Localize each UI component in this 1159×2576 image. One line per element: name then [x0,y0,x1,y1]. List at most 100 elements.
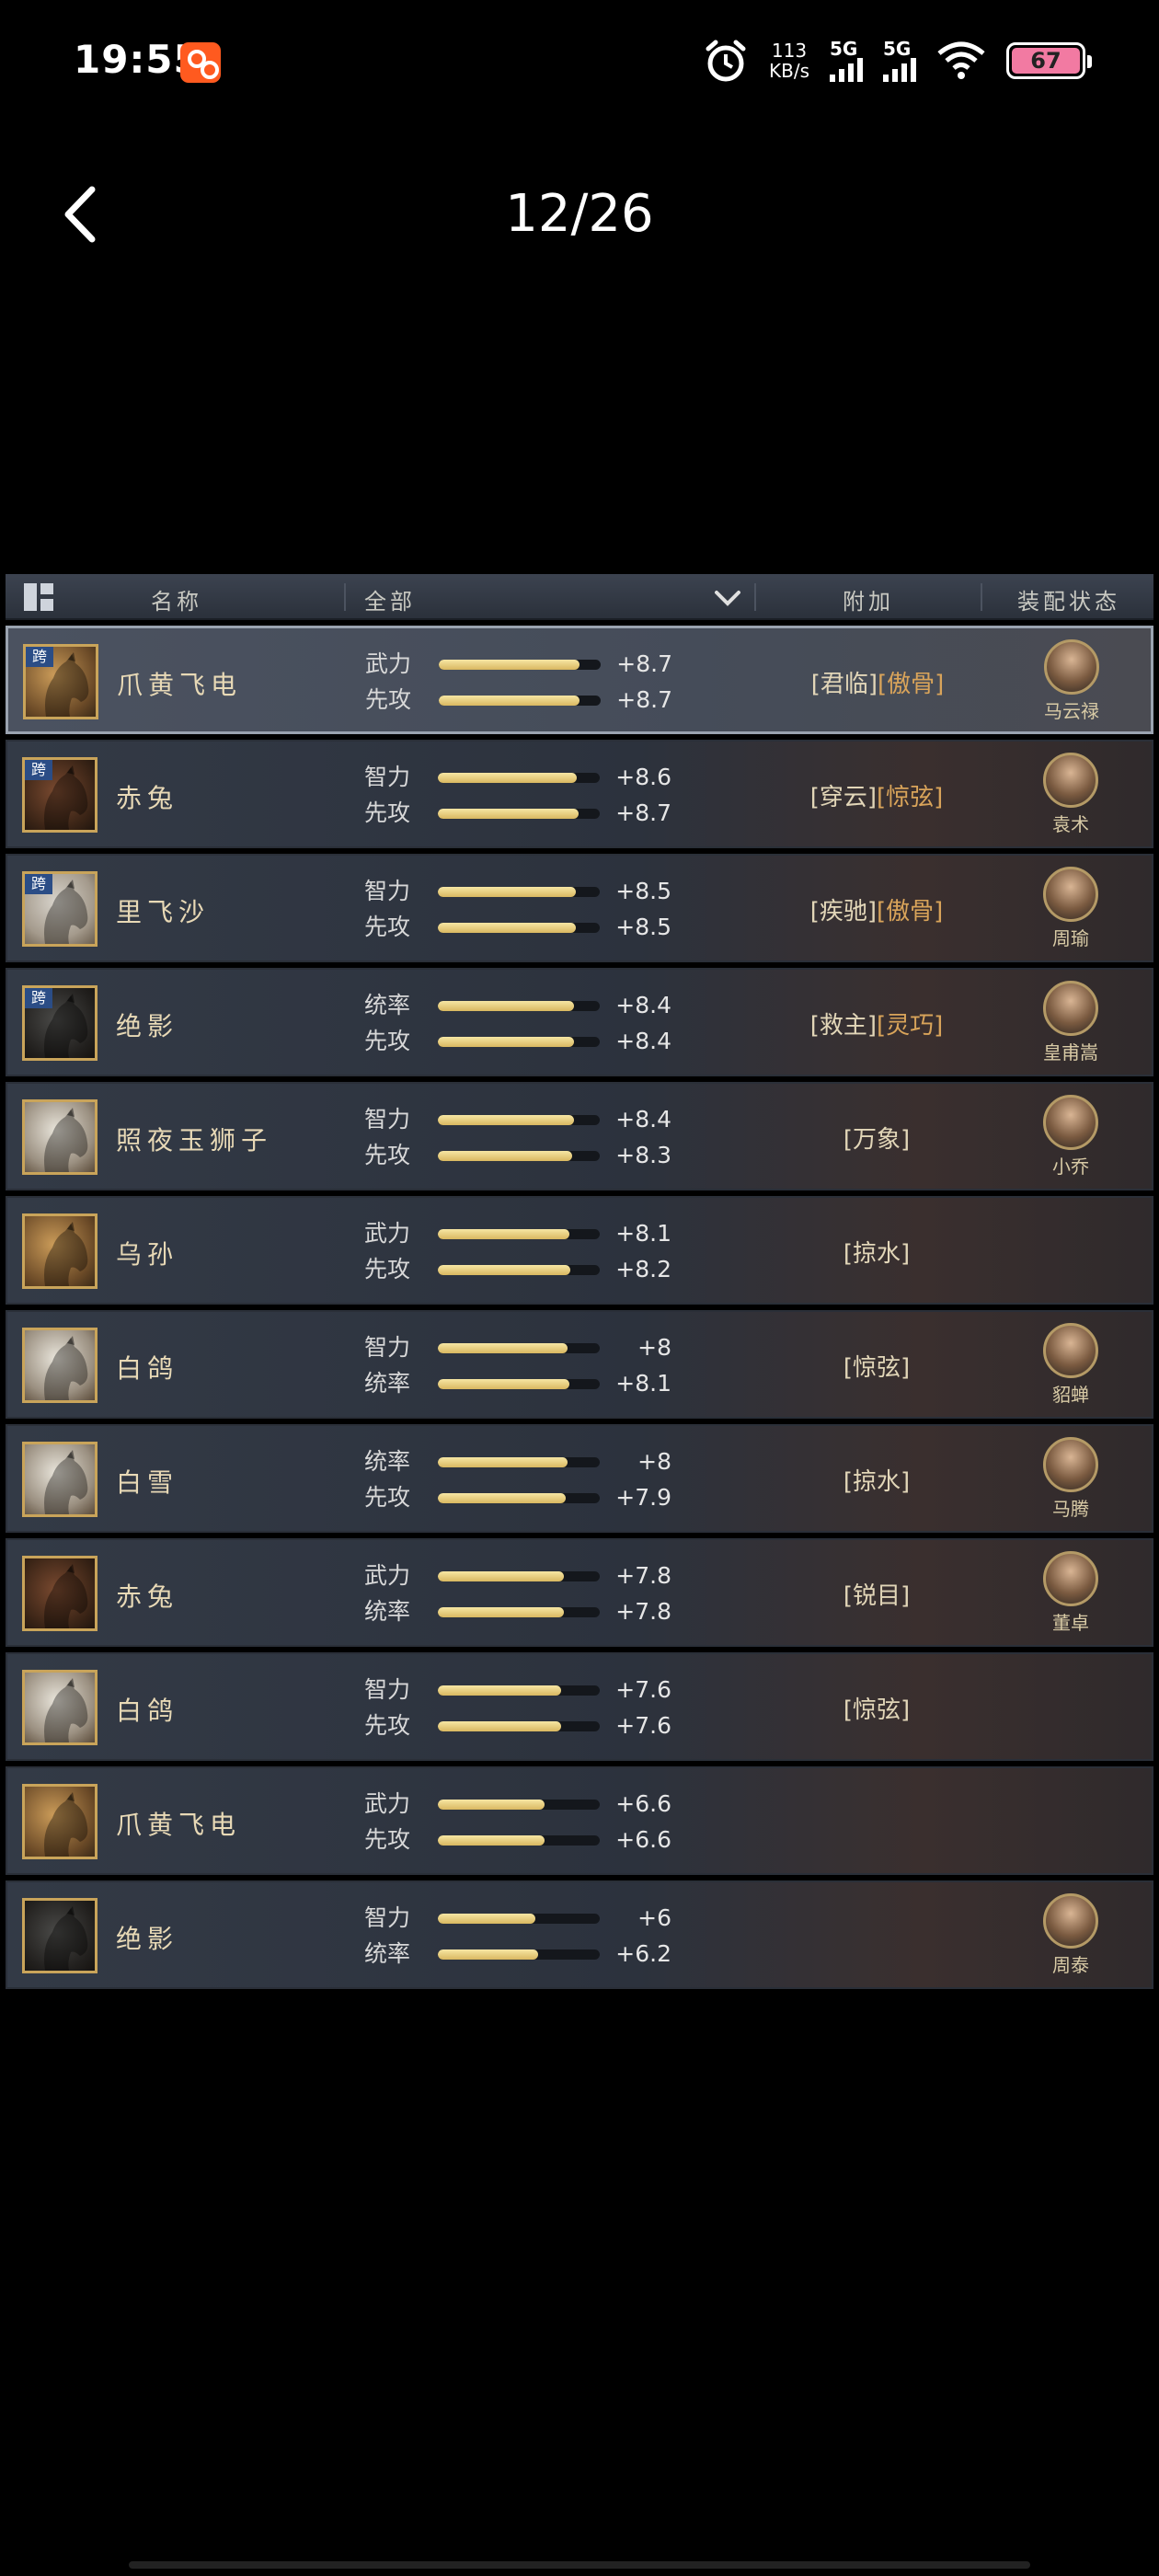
table-row[interactable]: 爪黄飞电 武力 +6.6 先攻 +6.6 [6,1766,1153,1875]
signal-bars-icon [883,58,916,82]
table-row[interactable]: 跨里飞沙 智力 +8.5 先攻 +8.5 [疾驰][傲骨] 周瑜 [6,854,1153,962]
stat-label: 武力 [364,1562,411,1589]
stat-bar [439,660,601,670]
stat-primary: 武力 +8.7 [365,650,696,678]
horse-thumbnail [22,1898,98,1973]
extra-skill-tags: [穿云][惊弦] [734,778,1019,812]
horse-thumbnail [22,1784,98,1859]
stat-value: +8.7 [616,686,672,713]
equipped-general[interactable]: 马云禄 [1027,639,1116,723]
stat-bar [438,1457,600,1467]
equipped-general[interactable]: 小乔 [1027,1095,1115,1179]
stat-primary: 统率 +8.4 [364,992,695,1019]
stat-bar [438,1949,600,1960]
equipped-general[interactable]: 皇甫嵩 [1027,981,1115,1064]
column-header-name[interactable]: 名称 [151,583,202,615]
stat-value: +8.4 [615,992,671,1018]
stat-value: +7.9 [615,1484,671,1511]
stat-value: +8.7 [615,799,671,826]
chevron-down-icon[interactable] [714,587,741,609]
column-header-extra[interactable]: 附加 [843,583,894,615]
grid-view-icon[interactable] [24,583,53,611]
stat-bar-fill [438,1800,545,1810]
table-row[interactable]: 绝影 智力 +6 统率 +6.2 周泰 [6,1880,1153,1989]
general-avatar [1043,1323,1098,1378]
wifi-icon [936,40,986,81]
cross-server-badge: 跨 [25,760,52,780]
table-row[interactable]: 跨爪黄飞电 武力 +8.7 先攻 +8.7 [君临][傲骨] 马云禄 [6,626,1153,734]
stat-secondary: 统率 +8.1 [364,1370,695,1397]
stat-bar [439,696,601,706]
general-avatar [1043,1551,1098,1606]
horse-head-icon [44,1450,88,1514]
horse-thumbnail: 跨 [22,985,98,1061]
horse-head-icon [44,1792,88,1857]
stat-value: +6.6 [615,1790,671,1817]
horse-name: 绝影 [116,1924,179,1954]
cross-server-badge: 跨 [25,988,52,1008]
signal-5g-2: 5G [883,40,916,82]
column-header-status[interactable]: 装配状态 [1017,583,1120,615]
stat-primary: 统率 +8 [364,1448,695,1476]
stat-bar [438,1800,600,1810]
stat-bar-fill [438,1037,574,1047]
stat-secondary: 先攻 +7.6 [364,1712,695,1740]
horse-thumbnail [22,1213,98,1289]
column-divider [754,583,756,611]
horse-name: 白鸽 [116,1696,179,1726]
stat-value: +7.6 [615,1676,671,1703]
general-avatar [1043,867,1098,922]
stat-secondary: 先攻 +8.2 [364,1256,695,1283]
equipped-general[interactable]: 貂蝉 [1027,1323,1115,1407]
extra-skill-tags: [君临][傲骨] [735,665,1020,699]
home-indicator [129,2561,1030,2569]
horse-head-icon [44,1336,88,1400]
horse-head-icon [44,1108,88,1172]
general-name: 周泰 [1052,1954,1089,1976]
stat-value: +8 [637,1334,671,1361]
table-row[interactable]: 白鸽 智力 +7.6 先攻 +7.6 [惊弦] [6,1652,1153,1761]
cross-server-badge: 跨 [25,874,52,894]
stat-value: +8.1 [615,1370,671,1397]
general-avatar [1043,981,1098,1036]
stat-label: 先攻 [364,1484,411,1511]
stat-bar-fill [438,773,578,783]
stat-secondary: 统率 +6.2 [364,1940,695,1968]
stat-value: +8.1 [615,1220,671,1247]
stat-value: +7.8 [615,1562,671,1589]
table-row[interactable]: 跨赤兔 智力 +8.6 先攻 +8.7 [穿云][惊弦] 袁术 [6,740,1153,848]
table-row[interactable]: 白鸽 智力 +8 统率 +8.1 [惊弦] 貂蝉 [6,1310,1153,1419]
equipped-general[interactable]: 董卓 [1027,1551,1115,1635]
equipped-general[interactable]: 周泰 [1027,1893,1115,1977]
stat-primary: 智力 +7.6 [364,1676,695,1704]
table-row[interactable]: 赤兔 武力 +7.8 统率 +7.8 [锐目] 董卓 [6,1538,1153,1647]
horse-name: 白鸽 [116,1353,179,1384]
extra-skill-tags: [惊弦] [734,1349,1019,1383]
stat-bar [438,1001,600,1011]
skill-tag: [君临] [810,671,878,698]
equipped-general[interactable]: 周瑜 [1027,867,1115,950]
stat-bar [438,809,600,819]
stat-label: 先攻 [364,1712,411,1739]
stat-bar [438,773,600,783]
attribute-filter-select[interactable]: 全部 [364,583,416,615]
equipped-general[interactable]: 袁术 [1027,753,1115,836]
stat-primary: 智力 +8.5 [364,878,695,905]
stat-bar [438,1914,600,1924]
table-row[interactable]: 照夜玉狮子 智力 +8.4 先攻 +8.3 [万象] 小乔 [6,1082,1153,1190]
equipped-general[interactable]: 马腾 [1027,1437,1115,1521]
stat-primary: 智力 +8.4 [364,1106,695,1133]
general-name: 袁术 [1052,813,1089,835]
stat-label: 先攻 [364,1826,411,1853]
stat-secondary: 统率 +7.8 [364,1598,695,1626]
table-row[interactable]: 白雪 统率 +8 先攻 +7.9 [掠水] 马腾 [6,1424,1153,1533]
stat-bar-fill [438,1379,569,1389]
horse-name: 赤兔 [116,1581,179,1612]
table-row[interactable]: 乌孙 武力 +8.1 先攻 +8.2 [掠水] [6,1196,1153,1305]
stat-bar [438,1265,600,1275]
table-row[interactable]: 跨绝影 统率 +8.4 先攻 +8.4 [救主][灵巧] 皇甫嵩 [6,968,1153,1076]
stat-label: 先攻 [364,799,411,826]
stat-bar-fill [438,1115,574,1125]
stat-bar [438,1151,600,1161]
stat-value: +8.6 [615,764,671,790]
